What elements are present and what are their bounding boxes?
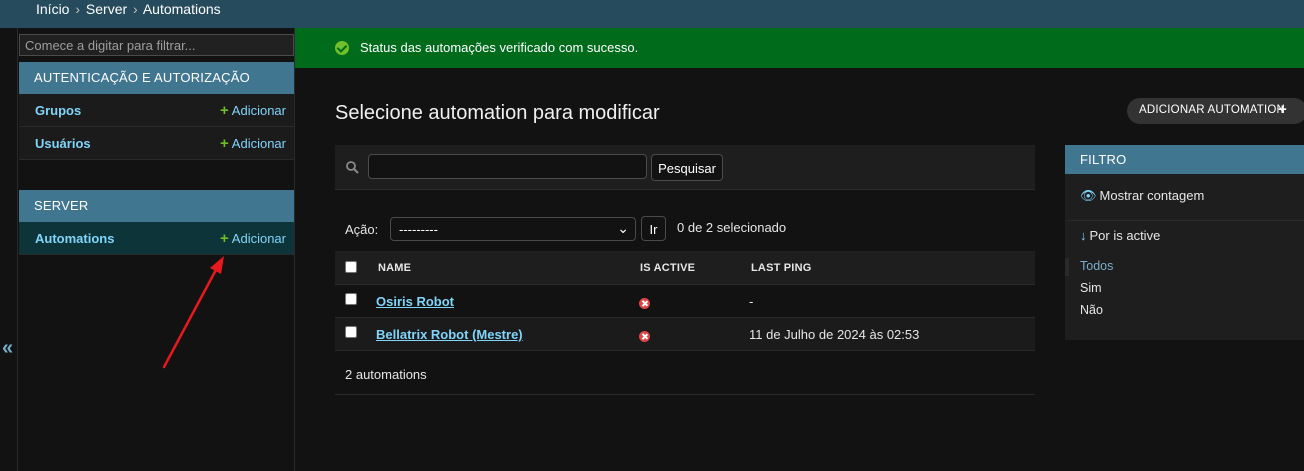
success-message: Status das automações verificado com suc… xyxy=(295,28,1304,68)
select-all-checkbox[interactable] xyxy=(345,261,357,273)
go-button[interactable]: Ir xyxy=(641,216,666,241)
show-counts-label: Mostrar contagem xyxy=(1099,188,1205,203)
action-label: Ação: xyxy=(345,222,379,237)
selected-indicator xyxy=(1065,258,1069,276)
filter-title: FILTRO xyxy=(1065,145,1304,174)
add-automation-label: ADICIONAR AUTOMATION xyxy=(1139,104,1286,116)
result-table: NAME IS ACTIVE LAST PING Osiris Robot - … xyxy=(335,251,1035,351)
chevron-down-icon: ⌄ xyxy=(617,220,629,236)
arrow-down-icon: ↓ xyxy=(1080,228,1087,243)
module-caption-server[interactable]: SERVER xyxy=(19,190,294,222)
show-counts-link[interactable]: 👁 Mostrar contagem xyxy=(1080,188,1204,204)
breadcrumb-app-link[interactable]: Server xyxy=(86,1,127,17)
plus-icon: + xyxy=(220,230,229,247)
eye-icon: 👁 xyxy=(1080,188,1097,203)
nav-sidebar: AUTENTICAÇÃO E AUTORIZAÇÃO Grupos +Adici… xyxy=(18,28,295,471)
collapse-sidebar-icon[interactable]: « xyxy=(2,337,13,360)
breadcrumb-separator: › xyxy=(75,1,81,17)
add-automations-link[interactable]: + Adicionar xyxy=(220,230,286,247)
filter-panel: FILTRO 👁 Mostrar contagem ↓ Por is active … xyxy=(1065,145,1304,340)
breadcrumb-home-link[interactable]: Início xyxy=(36,1,69,17)
table-row: Bellatrix Robot (Mestre) 11 de Julho de … xyxy=(335,318,1035,351)
search-toolbar: Pesquisar xyxy=(335,145,1035,190)
check-circle-icon xyxy=(335,41,349,55)
add-automation-button[interactable]: ADICIONAR AUTOMATION + xyxy=(1127,98,1304,124)
inactive-x-icon xyxy=(639,298,650,309)
filter-option-todos[interactable]: Todos xyxy=(1080,259,1113,273)
row-checkbox[interactable] xyxy=(345,326,357,338)
action-select-value: --------- xyxy=(399,222,438,237)
sidebar-gutter: « xyxy=(0,28,18,471)
result-count: 2 automations xyxy=(345,367,427,382)
breadcrumb-separator: › xyxy=(133,1,138,17)
row-checkbox[interactable] xyxy=(345,293,357,305)
action-select[interactable]: --------- ⌄ xyxy=(390,217,636,241)
column-header-last-ping[interactable]: LAST PING xyxy=(751,262,811,274)
column-header-is-active[interactable]: IS ACTIVE xyxy=(640,262,695,274)
plus-icon: + xyxy=(1278,101,1287,118)
add-label: Adicionar xyxy=(231,136,286,151)
sidebar-item-label[interactable]: Automations xyxy=(35,231,114,246)
inactive-x-icon xyxy=(639,331,650,342)
selection-counter: 0 de 2 selecionado xyxy=(677,220,787,235)
row-last-ping: - xyxy=(749,294,754,309)
sidebar-item-label[interactable]: Grupos xyxy=(35,103,81,118)
page-title: Selecione automation para modificar xyxy=(335,102,660,124)
filter-by-heading[interactable]: ↓ Por is active xyxy=(1080,228,1160,243)
breadcrumb: Início › Server › Automations xyxy=(36,1,221,17)
header-bar: Início › Server › Automations xyxy=(0,0,1304,28)
nav-filter-input[interactable] xyxy=(19,34,294,56)
plus-icon: + xyxy=(220,102,229,119)
search-input[interactable] xyxy=(368,154,647,179)
filter-option-sim[interactable]: Sim xyxy=(1080,281,1102,295)
actions-bar: Ação: --------- ⌄ Ir 0 de 2 selecionado xyxy=(335,212,1035,250)
module-caption-auth[interactable]: AUTENTICAÇÃO E AUTORIZAÇÃO xyxy=(19,62,294,94)
row-name-link[interactable]: Bellatrix Robot (Mestre) xyxy=(376,327,523,342)
paginator: 2 automations xyxy=(335,352,1035,395)
add-label: Adicionar xyxy=(231,103,286,118)
filter-by-label: Por is active xyxy=(1089,228,1161,243)
column-header-name[interactable]: NAME xyxy=(378,262,411,274)
breadcrumb-current: Automations xyxy=(142,1,221,17)
filter-option-nao[interactable]: Não xyxy=(1080,303,1103,317)
plus-icon: + xyxy=(220,135,229,152)
table-header: NAME IS ACTIVE LAST PING xyxy=(335,251,1035,285)
row-last-ping: 11 de Julho de 2024 às 02:53 xyxy=(749,327,920,342)
search-icon xyxy=(346,161,359,174)
sidebar-item-grupos: Grupos + Adicionar xyxy=(19,94,294,127)
sidebar-item-usuarios: Usuários + Adicionar xyxy=(19,127,294,160)
filter-divider xyxy=(1065,220,1304,221)
success-message-text: Status das automações verificado com suc… xyxy=(360,40,639,55)
add-grupos-link[interactable]: + Adicionar xyxy=(220,102,286,119)
search-button[interactable]: Pesquisar xyxy=(651,154,723,181)
sidebar-item-label[interactable]: Usuários xyxy=(35,136,91,151)
add-usuarios-link[interactable]: + Adicionar xyxy=(220,135,286,152)
table-row: Osiris Robot - xyxy=(335,285,1035,318)
add-label: Adicionar xyxy=(231,231,286,246)
sidebar-item-automations: Automations + Adicionar xyxy=(19,222,294,255)
row-name-link[interactable]: Osiris Robot xyxy=(376,294,454,309)
